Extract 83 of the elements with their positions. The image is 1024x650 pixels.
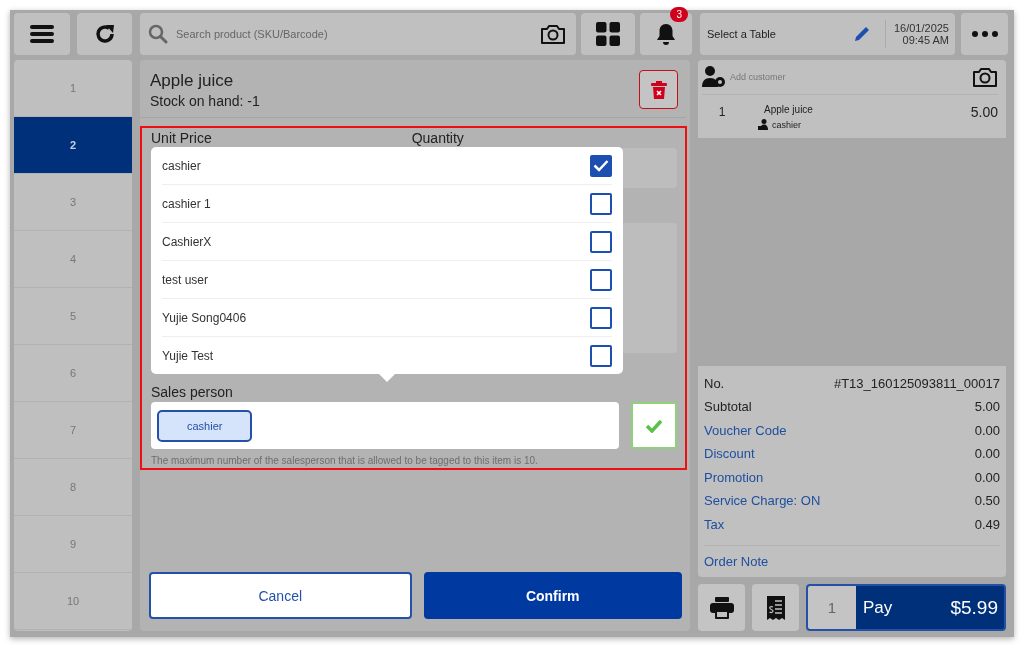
checkbox[interactable] [590,268,612,291]
salesperson-option[interactable]: Yujie Test [162,348,214,363]
time-text: 09:45 AM [902,34,949,46]
table-tab[interactable]: 9 [14,516,132,573]
table-tab[interactable]: 6 [14,345,132,402]
salesperson-option[interactable]: cashier 1 [162,196,211,211]
summary-label: Subtotal [704,399,752,415]
summary-value: 0.00 [974,422,1000,438]
item-quantity: 1 [717,104,727,119]
summary-value: 0.50 [974,493,1000,509]
item-name[interactable]: Apple juice [764,104,971,115]
table-selector[interactable]: Select a Table 16/01/2025 09:45 AM [700,13,955,55]
salesperson-name: cashier [772,119,801,130]
summary-value: 0.00 [974,446,1000,462]
checkbox[interactable] [590,306,612,329]
unit-price-label: Unit Price [151,130,212,146]
checkbox[interactable] [590,192,612,215]
check-icon [645,418,663,433]
item-title: Apple juice [150,70,235,91]
checkbox[interactable] [590,230,612,253]
receipt-icon [766,595,785,620]
table-tab[interactable]: 2 [14,117,132,174]
summary-label: No. [704,375,725,391]
refresh-button[interactable] [77,13,132,55]
summary-link[interactable]: Discount [704,446,755,462]
pay-count: 1 [808,586,856,629]
salesperson-option[interactable]: test user [162,272,209,287]
camera-icon[interactable] [972,66,998,88]
salesperson-field[interactable]: cashier [151,402,619,449]
table-tab[interactable]: 10 [14,573,132,630]
receipt-button[interactable] [752,584,799,631]
delete-button[interactable] [639,70,678,109]
stock-text: Stock on hand: -1 [150,92,260,109]
grid-icon [596,22,620,46]
salesperson-option[interactable]: CashierX [162,234,212,249]
table-tab[interactable]: 7 [14,402,132,459]
quantity-label: Quantity [411,130,464,146]
table-label: Select a Table [707,28,777,40]
table-tab[interactable]: 3 [14,174,132,231]
summary-link[interactable]: Service Charge: ON [704,493,821,509]
search-icon [148,24,168,44]
search-field[interactable]: Search product (SKU/Barcode) [140,13,576,55]
summary-link[interactable]: Voucher Code [704,422,787,438]
notification-badge: 3 [670,7,688,22]
checkbox[interactable] [590,344,612,367]
cancel-button[interactable]: Cancel [149,572,412,619]
print-button[interactable] [698,584,745,631]
item-price: 5.00 [970,104,998,120]
bell-icon [655,22,677,46]
grid-button[interactable] [581,13,635,55]
date-text: 16/01/2025 [893,22,949,34]
summary-link[interactable]: Promotion [704,469,764,485]
pay-button[interactable]: 1 Pay $5.99 [806,584,1006,631]
table-tab[interactable]: 5 [14,288,132,345]
salesperson-option[interactable]: Yujie Song0406 [162,310,247,325]
table-tab[interactable]: 4 [14,231,132,288]
search-input[interactable]: Search product (SKU/Barcode) [174,27,534,41]
summary-link[interactable]: Tax [704,516,725,532]
checkbox[interactable] [590,154,612,177]
printer-icon [709,596,734,619]
more-icon [971,31,998,37]
add-customer-link[interactable]: Add customer [730,72,968,82]
menu-button[interactable] [14,13,70,55]
salesperson-chip[interactable]: cashier [157,409,253,442]
salesperson-label: Sales person [151,384,234,400]
salesperson-option[interactable]: cashier [162,158,201,173]
pencil-icon[interactable] [852,25,871,43]
hint-text: The maximum number of the salesperson that is allowed to be tagged to this item is 10. [151,455,539,466]
pay-amount: $5.99 [950,596,999,619]
more-button[interactable] [961,13,1008,55]
salesperson-icon [758,119,769,130]
menu-icon [30,24,54,44]
summary-value: 5.00 [974,399,1000,415]
summary-value: 0.00 [974,469,1000,485]
table-tab[interactable]: 8 [14,459,132,516]
confirm-button[interactable]: Confirm [423,572,682,619]
trash-icon [650,80,667,99]
camera-icon[interactable] [540,23,566,45]
pay-label: Pay [862,597,894,618]
summary-value: 0.49 [974,516,1000,532]
order-note-link[interactable]: Order Note [704,554,1000,569]
add-customer-icon[interactable] [702,66,726,88]
summary-value: #T13_160125093811_00017 [833,375,1000,391]
